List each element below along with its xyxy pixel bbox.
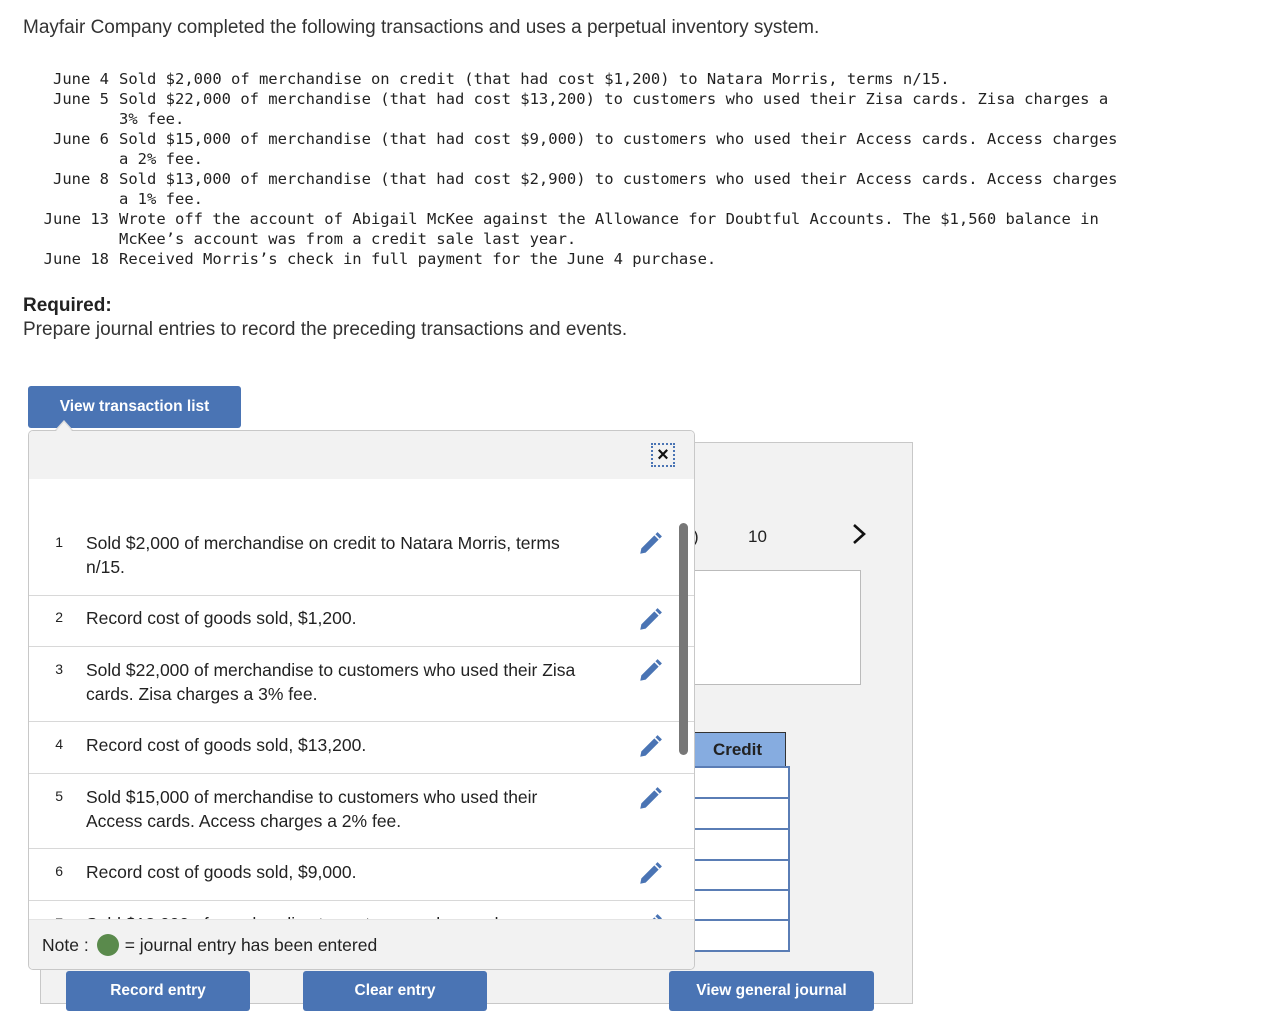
item-text: Sold $15,000 of merchandise to customers… [86,787,538,831]
item-number: 2 [55,609,63,625]
pencil-edit-icon[interactable] [637,607,663,633]
note-bar: Note : = journal entry has been entered [29,919,694,969]
transaction-description-box [690,570,861,685]
pencil-edit-icon[interactable] [637,658,663,684]
required-text: Prepare journal entries to record the pr… [23,319,628,340]
transaction-row: June 18 Received Morris’s check in full p… [23,249,1239,269]
list-item[interactable]: 5 Sold $15,000 of merchandise to custome… [29,774,694,849]
transaction-row: June 8 Sold $13,000 of merchandise (that … [23,169,1239,209]
transaction-date: June 4 [53,70,109,88]
item-text: Record cost of goods sold, $1,200. [86,608,357,628]
list-item[interactable]: 4 Record cost of goods sold, $13,200. [29,722,694,774]
transaction-row: June 4 Sold $2,000 of merchandise on cred… [23,69,1239,89]
transaction-row: June 5 Sold $22,000 of merchandise (that … [23,89,1239,129]
item-number: 3 [55,661,63,677]
transaction-text: Received Morris’s check in full payment … [119,250,717,268]
transaction-list: 1 Sold $2,000 of merchandise on credit t… [29,479,694,919]
note-text: = journal entry has been entered [124,934,378,955]
entered-status-dot-icon [96,934,119,956]
item-text: Record cost of goods sold, $9,000. [86,862,357,882]
pencil-edit-icon[interactable] [637,861,663,887]
transaction-text: Sold $15,000 of merchandise (that had co… [119,130,1118,168]
clear-entry-button[interactable]: Clear entry [303,971,487,1011]
transaction-date: June 5 [53,90,109,108]
item-number: 6 [55,863,63,879]
transaction-date: June 6 [53,130,109,148]
item-text: Record cost of goods sold, $13,200. [86,735,367,755]
list-item[interactable]: 7 Sold $13,000 of merchandise to custome… [29,901,694,919]
required-label: Required: [23,295,112,316]
list-item[interactable]: 6 Record cost of goods sold, $9,000. [29,849,694,901]
scrollbar-thumb[interactable] [679,523,688,755]
transaction-list-popup: × 1 Sold $2,000 of merchandise on credit… [28,430,695,970]
popup-pointer-arrow-inner [56,422,72,431]
item-number: 7 [29,912,63,919]
item-number: 1 [55,534,63,550]
problem-intro: Mayfair Company completed the following … [23,17,820,38]
transaction-date: June 13 [43,210,109,228]
transaction-row: June 6 Sold $15,000 of merchandise (that … [23,129,1239,169]
credit-input[interactable] [690,859,790,892]
credit-input[interactable] [690,766,790,799]
credit-input[interactable] [690,889,790,922]
transaction-date: June 8 [53,170,109,188]
item-number: 5 [55,788,63,804]
credit-column-header: Credit [690,732,786,767]
pencil-edit-icon[interactable] [637,531,663,557]
page-number-current[interactable]: 10 [748,527,767,547]
transaction-text: Sold $13,000 of merchandise (that had co… [119,170,1118,208]
transaction-text: Sold $22,000 of merchandise (that had co… [119,90,1109,128]
popup-header: × [29,431,694,479]
item-text: Sold $13,000 of merchandise to customers… [86,912,576,919]
credit-input[interactable] [690,919,790,952]
list-item[interactable]: 3 Sold $22,000 of merchandise to custome… [29,647,694,722]
item-text: Sold $2,000 of merchandise on credit to … [86,533,560,577]
list-item[interactable]: 2 Record cost of goods sold, $1,200. [29,595,694,647]
transaction-row: June 13 Wrote off the account of Abigail … [23,209,1239,249]
transaction-date: June 18 [43,250,109,268]
list-item[interactable]: 1 Sold $2,000 of merchandise on credit t… [29,529,694,596]
note-label: Note : [42,934,89,955]
credit-input[interactable] [690,797,790,830]
pencil-edit-icon[interactable] [637,786,663,812]
item-text: Sold $22,000 of merchandise to customers… [86,660,576,704]
transaction-text: Wrote off the account of Abigail McKee a… [119,210,1099,248]
next-page-icon[interactable] [852,522,866,553]
pencil-edit-icon[interactable] [637,734,663,760]
close-icon[interactable]: × [651,443,675,467]
record-entry-button[interactable]: Record entry [66,971,250,1011]
transaction-text: Sold $2,000 of merchandise on credit (th… [119,70,950,88]
transaction-description-list: June 4 Sold $2,000 of merchandise on cred… [23,69,1239,269]
item-number: 4 [55,736,63,752]
view-general-journal-button[interactable]: View general journal [669,971,874,1011]
credit-input[interactable] [690,828,790,861]
